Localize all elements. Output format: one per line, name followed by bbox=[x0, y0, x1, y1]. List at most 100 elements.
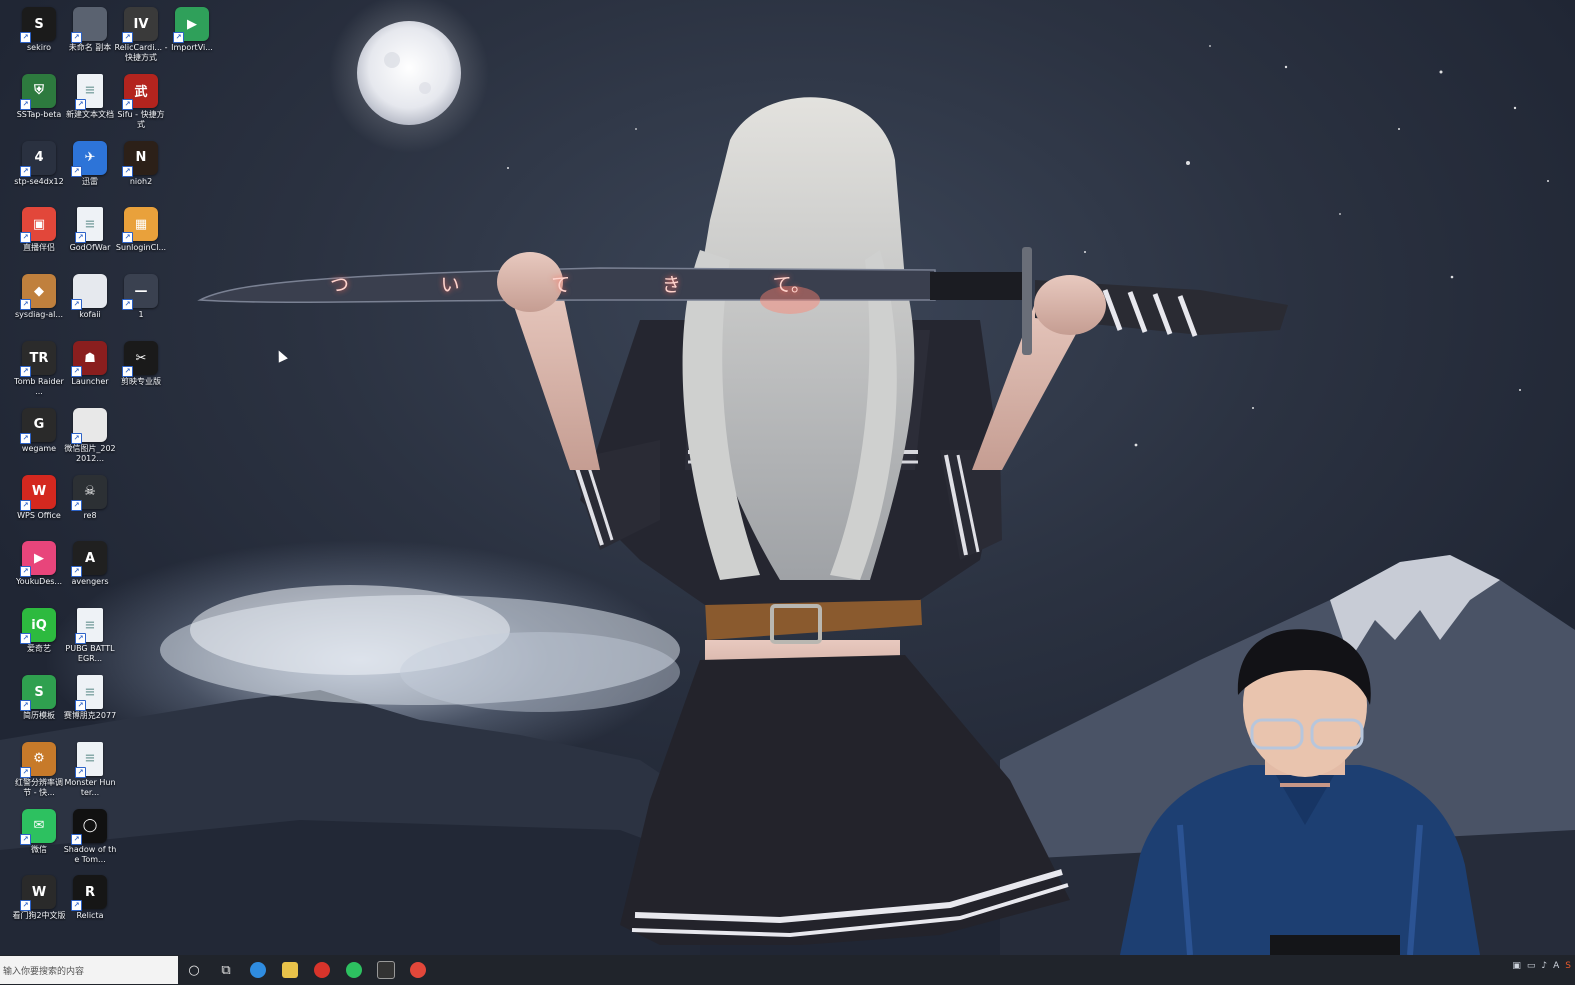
shortcut-arrow-icon: ↗ bbox=[20, 165, 31, 177]
desktop-icon[interactable]: ✈ ↗ 迅雷 bbox=[63, 139, 117, 203]
desktop-icon[interactable]: ☗ ↗ Launcher bbox=[63, 339, 117, 403]
desktop-icon[interactable]: ↗ kofaii bbox=[63, 272, 117, 336]
desktop-icon-label: 爱奇艺 bbox=[27, 644, 51, 654]
epic-games-icon[interactable] bbox=[370, 955, 402, 985]
taskbar: 输入你要搜索的内容 ○ ⧉ ▣ ▭ ♪ A S bbox=[0, 955, 1575, 985]
desktop-icon-label: ImportVi... bbox=[171, 43, 213, 52]
desktop-icon-label: SunloginCl... bbox=[115, 243, 167, 253]
desktop-icon-label: 1 bbox=[138, 310, 144, 320]
desktop-icon-label: SSTap-beta bbox=[16, 109, 62, 119]
app-icon: ↗ bbox=[71, 274, 107, 311]
desktop-icon[interactable]: ⚙ ↗ 红警分辨率调节 - 快... bbox=[12, 740, 66, 804]
desktop-icon[interactable]: ⛨ ↗ SSTap-beta bbox=[12, 72, 66, 136]
shortcut-arrow-icon: ↗ bbox=[20, 700, 31, 711]
app-icon: ✉ ↗ bbox=[20, 808, 56, 845]
desktop-icon[interactable]: ≡ ↗ Monster Hunter... bbox=[63, 740, 117, 804]
app-icon: ✂ ↗ bbox=[122, 341, 158, 377]
app-icon: S ↗ bbox=[20, 675, 56, 711]
task-view-icon[interactable]: ⧉ bbox=[210, 955, 242, 985]
desktop-icon[interactable]: R ↗ Relicta bbox=[63, 873, 117, 937]
tray-display-icon[interactable]: ▭ bbox=[1527, 961, 1536, 971]
cortana-icon[interactable]: ○ bbox=[178, 955, 210, 985]
desktop-icon-label: 看门狗2中文版 bbox=[12, 911, 66, 921]
app-icon: ≡ ↗ bbox=[75, 741, 103, 778]
shortcut-arrow-icon: ↗ bbox=[20, 499, 31, 511]
desktop-icon[interactable]: IV ↗ RelicCardi... - 快捷方式 bbox=[114, 5, 168, 69]
shortcut-arrow-icon: ↗ bbox=[71, 432, 82, 444]
app-icon: G ↗ bbox=[20, 407, 56, 444]
shortcut-arrow-icon: ↗ bbox=[75, 98, 86, 110]
desktop-icon-label: RelicCardi... - 快捷方式 bbox=[114, 43, 168, 62]
taskbar-search-input[interactable]: 输入你要搜索的内容 bbox=[0, 956, 178, 984]
shortcut-arrow-icon: ↗ bbox=[71, 499, 82, 511]
file-explorer-icon[interactable] bbox=[274, 955, 306, 985]
shortcut-arrow-icon: ↗ bbox=[122, 98, 133, 110]
desktop-icon[interactable]: ≡ ↗ 赛博朋克2077 bbox=[63, 673, 117, 737]
desktop-icon-label: sekiro bbox=[27, 43, 51, 52]
desktop-icon[interactable]: ≡ ↗ GodOfWar bbox=[63, 205, 117, 269]
shortcut-arrow-icon: ↗ bbox=[20, 32, 31, 43]
desktop-icon-label: GodOfWar bbox=[69, 243, 111, 253]
desktop-icon[interactable]: W ↗ WPS Office bbox=[12, 473, 66, 537]
app-icon: N ↗ bbox=[122, 140, 158, 177]
desktop-icon-label: YoukuDes... bbox=[15, 577, 63, 587]
tray-volume-icon[interactable]: ♪ bbox=[1541, 961, 1547, 971]
desktop[interactable]: つ い て き て。 S ↗ sekiro ↗ 未命名 副本 IV ↗ RelicCardi.… bbox=[0, 0, 1575, 955]
desktop-icon[interactable]: ☠ ↗ re8 bbox=[63, 473, 117, 537]
desktop-icon[interactable]: 武 ↗ Sifu - 快捷方式 bbox=[114, 72, 168, 136]
desktop-icon-label: 未命名 副本 bbox=[68, 43, 112, 52]
desktop-icon-label: 微信图片_2022012... bbox=[64, 443, 116, 463]
desktop-icon[interactable]: ↗ 微信图片_2022012... bbox=[63, 406, 117, 470]
tray-sogou-icon[interactable]: S bbox=[1565, 961, 1571, 971]
desktop-icon-label: re8 bbox=[83, 510, 97, 520]
desktop-icon[interactable]: TR ↗ Tomb Raider ... bbox=[12, 339, 66, 403]
desktop-icon[interactable]: ↗ 未命名 副本 bbox=[63, 5, 117, 69]
desktop-icon[interactable]: ◯ ↗ Shadow of the Tom... bbox=[63, 807, 117, 871]
app-icon: 4 ↗ bbox=[20, 140, 56, 177]
desktop-icon[interactable]: G ↗ wegame bbox=[12, 406, 66, 470]
wechat-icon[interactable] bbox=[338, 955, 370, 985]
desktop-icon[interactable]: ✂ ↗ 剪映专业版 bbox=[114, 339, 168, 403]
desktop-icon-label: Shadow of the Tom... bbox=[63, 844, 117, 864]
shortcut-arrow-icon: ↗ bbox=[20, 299, 31, 311]
app-icon: W ↗ bbox=[20, 474, 56, 511]
app-icon: iQ ↗ bbox=[20, 608, 56, 645]
shortcut-arrow-icon: ↗ bbox=[173, 32, 184, 43]
desktop-icon-label: 剪映专业版 bbox=[121, 377, 161, 386]
desktop-icon-label: Launcher bbox=[71, 377, 109, 386]
desktop-icon[interactable]: ▦ ↗ SunloginCl... bbox=[114, 205, 168, 269]
desktop-icon[interactable]: — ↗ 1 bbox=[114, 272, 168, 336]
shortcut-arrow-icon: ↗ bbox=[20, 98, 31, 110]
tray-network-icon[interactable]: ▣ bbox=[1512, 961, 1521, 971]
app-icon: W ↗ bbox=[20, 875, 56, 912]
katana-char: つ bbox=[330, 274, 350, 296]
tray-input-method[interactable]: A bbox=[1553, 961, 1559, 971]
shortcut-arrow-icon: ↗ bbox=[75, 232, 86, 244]
desktop-icon[interactable]: ✉ ↗ 微信 bbox=[12, 807, 66, 871]
desktop-icon[interactable]: ▶ ↗ YoukuDes... bbox=[12, 539, 66, 603]
desktop-icon[interactable]: N ↗ nioh2 bbox=[114, 139, 168, 203]
desktop-icon-label: 微信 bbox=[31, 844, 47, 854]
desktop-icon[interactable]: S ↗ 简历模板 bbox=[12, 673, 66, 737]
desktop-icon[interactable]: ▶ ↗ ImportVi... bbox=[165, 5, 219, 69]
desktop-icon[interactable]: W ↗ 看门狗2中文版 bbox=[12, 873, 66, 937]
desktop-icon[interactable]: ◆ ↗ sysdiag-al... bbox=[12, 272, 66, 336]
desktop-icon[interactable]: ≡ ↗ 新建文本文档 bbox=[63, 72, 117, 136]
shortcut-arrow-icon: ↗ bbox=[75, 633, 86, 645]
desktop-icon[interactable]: S ↗ sekiro bbox=[12, 5, 66, 69]
desktop-icon-label: avengers bbox=[71, 577, 109, 587]
desktop-icon[interactable]: A ↗ avengers bbox=[63, 539, 117, 603]
system-tray[interactable]: ▣ ▭ ♪ A S bbox=[1512, 961, 1571, 971]
edge-icon[interactable] bbox=[242, 955, 274, 985]
app-icon: ▶ ↗ bbox=[20, 541, 56, 578]
desktop-icon-label: 赛博朋克2077 bbox=[63, 711, 117, 720]
shortcut-arrow-icon: ↗ bbox=[122, 165, 133, 177]
netease-music-icon[interactable] bbox=[306, 955, 338, 985]
desktop-icon[interactable]: iQ ↗ 爱奇艺 bbox=[12, 606, 66, 670]
livestream-icon[interactable] bbox=[402, 955, 434, 985]
desktop-icon[interactable]: ≡ ↗ PUBG BATTLEGR... bbox=[63, 606, 117, 670]
shortcut-arrow-icon: ↗ bbox=[71, 165, 82, 177]
desktop-icon[interactable]: ▣ ↗ 直播伴侣 bbox=[12, 205, 66, 269]
desktop-icon-label: 迅雷 bbox=[82, 176, 98, 186]
desktop-icon[interactable]: 4 ↗ stp-se4dx12 bbox=[12, 139, 66, 203]
